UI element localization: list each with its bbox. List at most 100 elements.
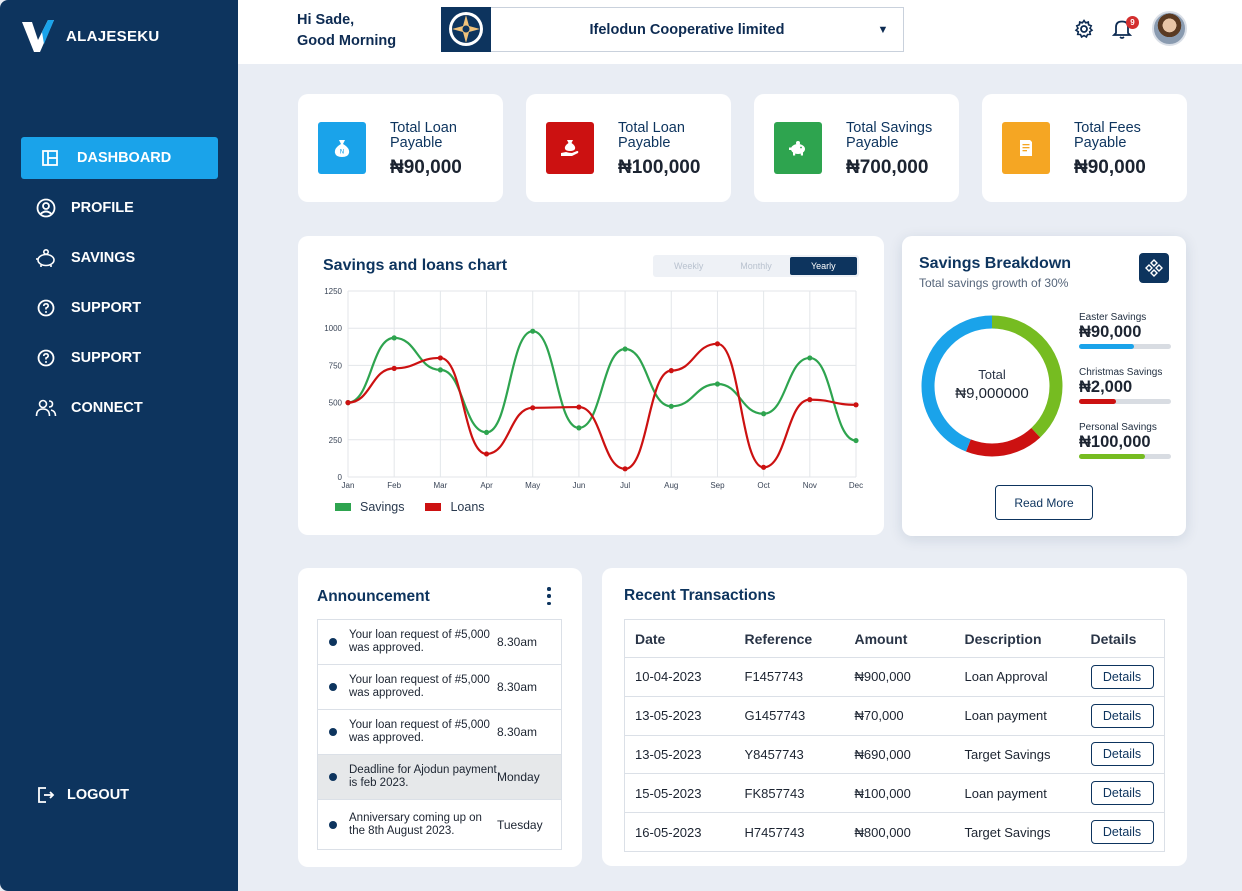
help-icon (35, 297, 57, 319)
column-header-amount: Amount (844, 619, 955, 658)
logo-icon (22, 20, 54, 52)
bullet-icon (329, 773, 337, 781)
legend-swatch-loans (425, 503, 442, 511)
announcement-time: Monday (497, 770, 540, 784)
chart-title: Savings and loans chart (323, 257, 508, 274)
announcement-text: Your loan request of #5,000 was approved… (349, 674, 490, 699)
caret-down-icon: ▼ (877, 23, 889, 36)
cell-date: 13-05-2023 (624, 735, 735, 775)
stat-label: Total Fees Payable (1074, 120, 1141, 151)
x-tick-label: Aug (664, 481, 678, 490)
breakdown-item-name: Easter Savings (1079, 312, 1147, 323)
table-row: 10-04-2023 F1457743 ₦900,000 Loan Approval D… (624, 657, 1165, 697)
tab-monthly[interactable]: Monthly (722, 257, 789, 275)
column-header-reference: Reference (734, 619, 845, 658)
details-button[interactable]: Details (1090, 664, 1154, 689)
cell-details: Details (1080, 657, 1165, 697)
y-tick-label: 500 (329, 399, 343, 408)
x-tick-label: Dec (849, 481, 863, 490)
sidebar-item-savings[interactable]: SAVINGS (21, 237, 218, 279)
logout-button[interactable]: LOGOUT (21, 774, 218, 816)
sidebar-item-label: SAVINGS (71, 250, 136, 266)
data-point-loans (853, 402, 859, 408)
breakdown-title: Savings Breakdown (919, 255, 1072, 272)
app-logo[interactable]: ALAJESEKU (20, 18, 160, 54)
details-button[interactable]: Details (1090, 820, 1154, 845)
transactions-table: Date Reference Amount Description Detail… (624, 619, 1165, 852)
data-point-savings (853, 437, 859, 444)
cell-details: Details (1080, 735, 1165, 775)
data-point-loans (576, 404, 582, 410)
list-item[interactable]: Your loan request of #5,000 was approved… (318, 620, 561, 665)
sidebar-item-label: CONNECT (71, 400, 143, 416)
sidebar-item-dashboard[interactable]: DASHBOARD (21, 137, 218, 179)
stat-value: ₦100,000 (618, 157, 701, 178)
data-point-loans (714, 341, 721, 347)
cell-description: Target Savings (954, 735, 1081, 775)
expand-button[interactable] (1139, 253, 1169, 283)
read-more-button[interactable]: Read More (995, 485, 1093, 520)
breakdown-item-personal: Personal Savings ₦100,000 (1079, 422, 1171, 459)
data-point-savings (576, 425, 582, 431)
sidebar-item-support-2[interactable]: SUPPORT (21, 337, 218, 379)
greeting: Hi Sade, Good Morning (297, 10, 396, 52)
tab-weekly[interactable]: Weekly (655, 257, 722, 275)
column-header-date: Date (624, 619, 735, 658)
announcement-text: Deadline for Ajodun payment is feb 2023. (349, 764, 497, 789)
progress-bar (1079, 344, 1171, 349)
settings-icon[interactable] (1074, 18, 1094, 39)
header-actions: 9 (1074, 11, 1187, 46)
stat-card-fees: Total Fees Payable ₦90,000 (982, 94, 1187, 202)
stat-label: Total Loan Payable (618, 120, 685, 151)
avatar[interactable] (1152, 11, 1187, 46)
data-point-loans (622, 466, 628, 472)
list-item[interactable]: Anniversary coming up on the 8th August … (318, 800, 561, 849)
breakdown-item-value: ₦100,000 (1079, 433, 1151, 451)
table-row: 15-05-2023 FK857743 ₦100,000 Loan payment De… (624, 773, 1165, 814)
progress-bar (1079, 399, 1171, 404)
sidebar-item-connect[interactable]: CONNECT (21, 387, 218, 429)
x-tick-label: Nov (803, 481, 817, 490)
line-chart: 025050075010001250Jan Feb Mar Apr May Jun Jul A… (324, 287, 863, 490)
notification-bell[interactable]: 9 (1112, 15, 1139, 40)
announcement-text: Your loan request of #5,000 was approved… (349, 629, 490, 654)
table-row: 13-05-2023 Y8457743 ₦690,000 Target Savings… (624, 735, 1165, 775)
details-button[interactable]: Details (1090, 703, 1154, 728)
announcement-time: 8.30am (497, 635, 538, 649)
bullet-icon (329, 820, 337, 829)
announcement-time: 8.30am (497, 680, 538, 694)
notification-badge: 9 (1126, 15, 1139, 29)
data-point-savings (622, 346, 628, 352)
list-item[interactable]: Deadline for Ajodun payment is feb 2023.… (318, 755, 561, 800)
list-item[interactable]: Your loan request of #5,000 was approved… (318, 710, 561, 755)
details-button[interactable]: Details (1090, 781, 1154, 806)
cell-reference: FK857743 (734, 773, 845, 814)
data-point-loans (345, 400, 351, 406)
data-point-loans (483, 451, 490, 457)
user-circle-icon (35, 197, 57, 219)
savings-loans-chart-card: Savings and loans chart Weekly Monthly Y… (298, 236, 884, 535)
chart-legend: Savings Loans (335, 500, 485, 514)
progress-fill (1079, 344, 1135, 349)
donut-total-label: Total (978, 367, 1006, 382)
donut-center: Total ₦9,000000 (917, 367, 1067, 402)
legend-label-loans: Loans (450, 500, 485, 514)
sidebar-item-label: SUPPORT (71, 300, 142, 316)
organization-name: Ifelodun Cooperative limited (589, 21, 785, 38)
donut-total-value: ₦9,000000 (955, 385, 1029, 402)
data-point-loans (668, 368, 674, 374)
data-point-savings (761, 411, 767, 417)
tab-yearly[interactable]: Yearly (789, 257, 857, 275)
data-point-savings (391, 335, 397, 341)
cell-details: Details (1081, 813, 1165, 852)
savings-breakdown-card: Savings Breakdown Total savings growth o… (902, 236, 1186, 536)
details-button[interactable]: Details (1090, 742, 1154, 767)
sidebar-item-support[interactable]: SUPPORT (21, 287, 218, 329)
more-options-icon[interactable] (545, 587, 553, 605)
cell-date: 10-04-2023 (624, 657, 735, 697)
sidebar-item-label: SUPPORT (71, 350, 142, 366)
stat-label: Total Savings Payable (846, 120, 933, 151)
list-item[interactable]: Your loan request of #5,000 was approved… (318, 665, 561, 710)
sidebar-item-profile[interactable]: PROFILE (21, 187, 218, 229)
organization-select[interactable]: Ifelodun Cooperative limited ▼ (441, 6, 904, 52)
